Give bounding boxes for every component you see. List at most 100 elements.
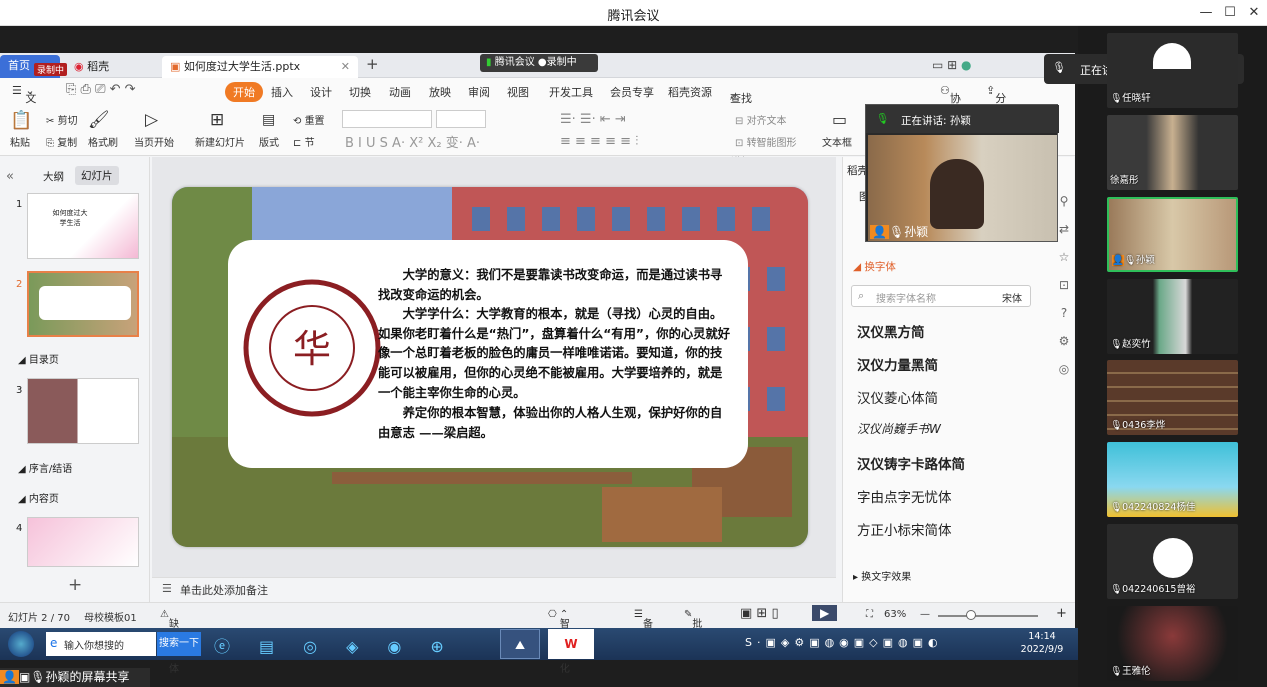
collab-button[interactable]: ⚇ 协作	[940, 84, 961, 121]
new-slide-button[interactable]: 新建幻灯片	[195, 134, 245, 149]
menu-start[interactable]: 开始	[225, 82, 263, 102]
align-text-button[interactable]: ⊟ 对齐文本	[735, 112, 787, 127]
missing-font-button[interactable]: ⚠ 缺失字体	[160, 609, 179, 675]
tab-slides[interactable]: 幻灯片	[75, 166, 119, 185]
notes-button[interactable]: ☰ 备注	[634, 609, 653, 645]
font-item[interactable]: 字由点字无忧体	[857, 486, 952, 506]
smart-shape-button[interactable]: ⊡ 转智能图形	[735, 134, 797, 149]
font-search-input[interactable]: ⌕ 搜索字体名称 宋体	[851, 285, 1031, 307]
align-icons[interactable]: ≡ ≡ ≡ ≡ ≡ ⫶	[560, 134, 638, 149]
text-style-icons[interactable]: B I U S A· X² X₂ 变· A·	[345, 132, 480, 151]
presenter-video[interactable]: 🎙 正在讲话: 孙颖 👤 🎙孙颖	[865, 104, 1059, 242]
taskbar-app-icons[interactable]: ⓔ▤◎◈◉⊕	[214, 633, 473, 657]
participant-tile[interactable]: 徐嘉彤	[1107, 115, 1238, 190]
tab-outline[interactable]: 大纲	[43, 169, 64, 184]
textbox-icon[interactable]: ▭	[832, 110, 847, 129]
font-item[interactable]: 方正小标宋简体	[857, 519, 952, 539]
menu-show[interactable]: 放映	[429, 84, 451, 100]
taskbar-search-input[interactable]: e 输入你想搜的	[46, 632, 156, 656]
layout-button[interactable]: 版式	[259, 134, 279, 149]
tab-daoke[interactable]: ◉ 稻壳	[66, 56, 158, 78]
copy-button[interactable]: ⎘ 复制	[46, 134, 77, 149]
format-painter-button[interactable]: 格式刷	[88, 134, 118, 149]
beautify-button[interactable]: ⎔ 智能美化 ⌃	[548, 609, 570, 675]
quick-access-icons[interactable]: ⎘ ⎙ ⎚ ↶ ↷	[66, 82, 136, 97]
participant-tile[interactable]: 🎙042240824杨佳	[1107, 442, 1238, 517]
participant-tile[interactable]: 🎙042240615曾裕	[1107, 524, 1238, 599]
paste-button[interactable]: 粘贴	[10, 134, 30, 149]
section-content[interactable]: ◢ 内容页	[18, 490, 59, 505]
font-item[interactable]: 汉仪黑方简	[857, 321, 925, 341]
format-painter-icon[interactable]: 🖌	[88, 110, 110, 130]
paragraph-icons[interactable]: ☰· ☰· ⇤ ⇥	[560, 112, 626, 127]
taskbar-search-button[interactable]: 搜索一下	[157, 632, 201, 656]
add-slide-button[interactable]: +	[68, 575, 82, 595]
new-tab-button[interactable]: +	[366, 55, 379, 73]
start-page-button[interactable]: 当页开始	[134, 134, 174, 149]
participant-tile-active[interactable]: 👤🎙孙颖	[1107, 197, 1238, 272]
menu-view[interactable]: 视图	[507, 84, 529, 100]
font-item[interactable]: 汉仪铸字卡路体简	[857, 453, 965, 473]
zoom-out-button[interactable]: —	[920, 609, 930, 620]
section-toc[interactable]: ◢ 目录页	[18, 351, 59, 366]
zoom-in-button[interactable]: +	[1056, 606, 1067, 621]
taskbar-wps-app[interactable]: W	[548, 629, 594, 659]
collapse-icon[interactable]: «	[6, 169, 14, 184]
text-effect-section[interactable]: ▸ 换文字效果	[853, 568, 911, 583]
comment-button[interactable]: ✎ 批注	[684, 609, 702, 645]
textbox-button[interactable]: 文本框	[822, 134, 852, 149]
system-tray-icons[interactable]: S·▣◈⚙▣◍◉▣◇▣◍▣◐	[745, 636, 943, 649]
clock[interactable]: 14:14 2022/9/9	[1020, 630, 1064, 656]
close-button[interactable]: ✕	[1243, 2, 1265, 24]
font-item[interactable]: 汉仪尚巍手书W	[857, 420, 941, 437]
play-slideshow-button[interactable]: ▶	[812, 605, 838, 621]
menu-member[interactable]: 会员专享	[610, 84, 654, 100]
slide-thumbnail-4[interactable]	[27, 517, 139, 567]
section-button[interactable]: ⊏ 节	[293, 134, 315, 149]
layout-icons[interactable]: ▭ ⊞ ●	[932, 58, 972, 72]
reset-button[interactable]: ⟲ 重置	[293, 112, 325, 127]
close-tab-icon[interactable]: ✕	[341, 56, 350, 78]
paste-icon[interactable]: 📋	[10, 110, 32, 131]
menu-file[interactable]: ☰ 文件 ⌄	[12, 84, 36, 121]
menu-switch[interactable]: 切换	[349, 84, 371, 100]
master-name[interactable]: 母校模板01	[84, 609, 137, 624]
participant-tile[interactable]: 🎙0436李烨	[1107, 360, 1238, 435]
participant-tile[interactable]: 🎙王雅伦	[1107, 606, 1238, 681]
replace-font-header[interactable]: ◢ 换字体	[853, 259, 896, 274]
font-item[interactable]: 汉仪力量黑简	[857, 354, 938, 374]
slide-thumbnail-3[interactable]	[27, 378, 139, 444]
maximize-button[interactable]: ☐	[1219, 2, 1241, 24]
tab-document[interactable]: ▣ 如何度过大学生活.pptx ✕	[162, 56, 358, 78]
fit-icon[interactable]: ⛶	[866, 609, 873, 620]
zoom-slider[interactable]	[938, 615, 1038, 617]
zoom-slider-thumb[interactable]	[966, 610, 976, 620]
font-name-select[interactable]	[342, 110, 432, 128]
cut-button[interactable]: ✂ 剪切	[46, 112, 78, 127]
minimize-button[interactable]: —	[1195, 2, 1217, 24]
meeting-pill[interactable]: ▮ 腾讯会议 ●录制中	[480, 54, 598, 72]
share-button[interactable]: ⇪ 分享	[986, 84, 1006, 121]
slide-thumbnail-1[interactable]: 如何度过大学生活	[27, 193, 139, 259]
font-size-select[interactable]	[436, 110, 486, 128]
avatar[interactable]: ●	[961, 58, 971, 72]
layout-icon[interactable]: ▤	[262, 112, 275, 128]
participant-tile[interactable]: 🎙任晓轩	[1107, 33, 1238, 108]
play-icon[interactable]: ▷	[145, 110, 158, 130]
participant-tile[interactable]: 🎙赵奕竹	[1107, 279, 1238, 354]
menu-dev[interactable]: 开发工具	[549, 84, 593, 100]
start-button[interactable]	[8, 631, 34, 657]
menu-daoke-res[interactable]: 稻壳资源	[668, 84, 712, 100]
slide-text-card[interactable]: 华 大学的意义：我们不是要靠读书改变命运，而是通过读书寻找改变命运的机会。 大学…	[228, 240, 748, 468]
new-slide-icon[interactable]: ⊞	[210, 110, 224, 130]
section-intro[interactable]: ◢ 序言/结语	[18, 460, 72, 475]
font-item[interactable]: 汉仪菱心体简	[857, 387, 938, 407]
menu-review[interactable]: 审阅	[468, 84, 490, 100]
taskbar-meeting-app[interactable]: ⛰	[500, 629, 540, 659]
menu-insert[interactable]: 插入	[271, 84, 293, 100]
menu-design[interactable]: 设计	[310, 84, 332, 100]
slide-thumbnail-2[interactable]	[27, 271, 139, 337]
menu-animation[interactable]: 动画	[389, 84, 411, 100]
notes-bar[interactable]: ☰ 单击此处添加备注	[152, 577, 836, 599]
view-mode-icons[interactable]: ▣ ⊞ ▯	[740, 606, 779, 621]
